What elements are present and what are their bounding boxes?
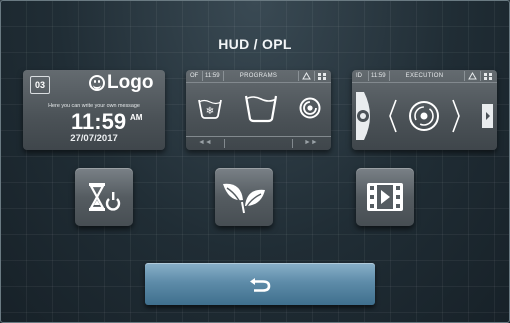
execution-status-bar: ID 11:59 EXECUTION [352, 70, 497, 83]
hud-badge: 03 [30, 76, 50, 94]
divider [314, 71, 315, 81]
hourglass-power-icon [89, 183, 121, 211]
svg-text:❄: ❄ [205, 106, 213, 117]
divider [224, 139, 225, 148]
programs-preview-panel[interactable]: OF 11:59 PROGRAMS ❄ ◄◄ ►► [186, 70, 331, 150]
spin-icon [299, 97, 320, 119]
hud-date: 27/07/2017 [70, 133, 118, 144]
logo: Logo [89, 72, 153, 94]
smiley-icon [89, 75, 105, 91]
programs-footer: ◄◄ ►► [186, 136, 331, 150]
grid-icon [484, 73, 492, 80]
next-icon: ►► [304, 139, 318, 146]
prev-icon: ◄◄ [198, 139, 212, 146]
eco-button[interactable] [215, 168, 273, 226]
execution-drum-graphic [356, 92, 493, 140]
divider [292, 139, 293, 148]
execution-preview-panel[interactable]: ID 11:59 EXECUTION [352, 70, 497, 150]
divider [298, 71, 299, 81]
film-play-icon [367, 183, 403, 211]
leaves-icon [223, 183, 265, 214]
timer-power-button[interactable] [75, 168, 133, 226]
grid-icon [318, 73, 326, 80]
page-title: HUD / OPL [218, 36, 292, 52]
programs-icons-row: ❄ [186, 86, 331, 130]
return-arrow-icon [250, 278, 271, 292]
programs-status-bar: OF 11:59 PROGRAMS [186, 70, 331, 83]
hud-ampm: AM [130, 113, 143, 122]
user-icon [302, 72, 311, 80]
back-button[interactable] [145, 263, 375, 305]
user-icon [468, 72, 477, 80]
hud-preview-panel[interactable]: 03 Logo Here you can write your own mess… [23, 70, 165, 150]
hud-time: 11:59 [71, 109, 127, 134]
wash-tub-icon [244, 95, 277, 123]
video-button[interactable] [356, 168, 414, 226]
divider [480, 71, 481, 81]
cold-wash-icon: ❄ [197, 99, 222, 119]
divider [464, 71, 465, 81]
logo-text: Logo [107, 72, 154, 93]
